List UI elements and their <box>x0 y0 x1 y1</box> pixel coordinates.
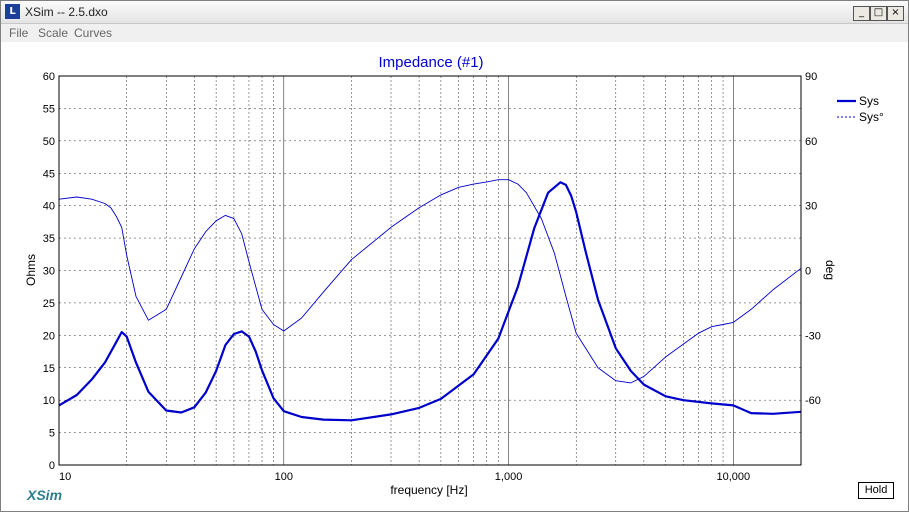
x-axis-label: frequency [Hz] <box>390 483 467 497</box>
title-bar[interactable]: L XSim -- 2.5.dxo _ □ × <box>1 1 908 24</box>
legend-label-sys-phase: Sys° <box>859 110 884 124</box>
close-button[interactable]: × <box>887 6 904 21</box>
y2-axis-label: deg <box>823 260 837 280</box>
xsim-logo: XSim <box>27 487 63 503</box>
x-tick-label: 10 <box>59 471 71 483</box>
y-tick-label: 35 <box>43 233 55 245</box>
axis-ticks: 0 5 10 15 20 25 30 35 40 45 50 55 60 90 60 30 0 -30 -60 10 1… <box>43 71 821 483</box>
y2-tick-label: -60 <box>805 395 821 407</box>
y-tick-label: 25 <box>43 298 55 310</box>
phase-curve <box>58 179 802 384</box>
plot-area[interactable]: 0 5 10 15 20 25 30 35 40 45 50 55 60 90 60 30 0 -30 -60 10 1… <box>1 42 908 511</box>
y2-tick-label: 30 <box>805 201 817 213</box>
y-tick-label: 50 <box>43 136 55 148</box>
y2-tick-label: 0 <box>805 266 811 278</box>
menu-scale[interactable]: Scale <box>38 26 68 40</box>
app-window: L XSim -- 2.5.dxo _ □ × File Scale Curve… <box>0 0 909 512</box>
hold-button[interactable]: Hold <box>858 482 894 499</box>
menu-curves[interactable]: Curves <box>74 26 112 40</box>
y2-tick-label: 60 <box>805 136 817 148</box>
legend: Sys Sys° <box>837 94 884 124</box>
legend-label-sys: Sys <box>859 94 879 108</box>
chart-title: Impedance (#1) <box>378 54 483 71</box>
x-tick-label: 1,000 <box>495 471 523 483</box>
y-tick-label: 40 <box>43 201 55 213</box>
x-tick-label: 100 <box>275 471 293 483</box>
y-tick-label: 10 <box>43 395 55 407</box>
y-tick-label: 20 <box>43 330 55 342</box>
y2-tick-label: -30 <box>805 330 821 342</box>
y-tick-label: 60 <box>43 71 55 83</box>
x-tick-label: 10,000 <box>717 471 751 483</box>
y-tick-label: 15 <box>43 363 55 375</box>
xsim-app-icon[interactable]: L <box>5 4 20 19</box>
y-tick-label: 30 <box>43 266 55 278</box>
chart-curves <box>58 179 802 422</box>
maximize-button[interactable]: □ <box>870 6 887 21</box>
y-tick-label: 5 <box>49 428 55 440</box>
menu-bar: File Scale Curves <box>1 24 908 42</box>
y2-tick-label: 90 <box>805 71 817 83</box>
window-title: XSim -- 2.5.dxo <box>25 5 108 19</box>
y-tick-label: 55 <box>43 103 55 115</box>
y-tick-label: 45 <box>43 168 55 180</box>
minimize-button[interactable]: _ <box>853 6 870 21</box>
chart-grid <box>59 76 801 465</box>
y-tick-label: 0 <box>49 460 55 472</box>
impedance-chart[interactable]: 0 5 10 15 20 25 30 35 40 45 50 55 60 90 60 30 0 -30 -60 10 1… <box>1 42 908 511</box>
menu-file[interactable]: File <box>9 26 28 40</box>
y-axis-label: Ohms <box>24 254 38 286</box>
